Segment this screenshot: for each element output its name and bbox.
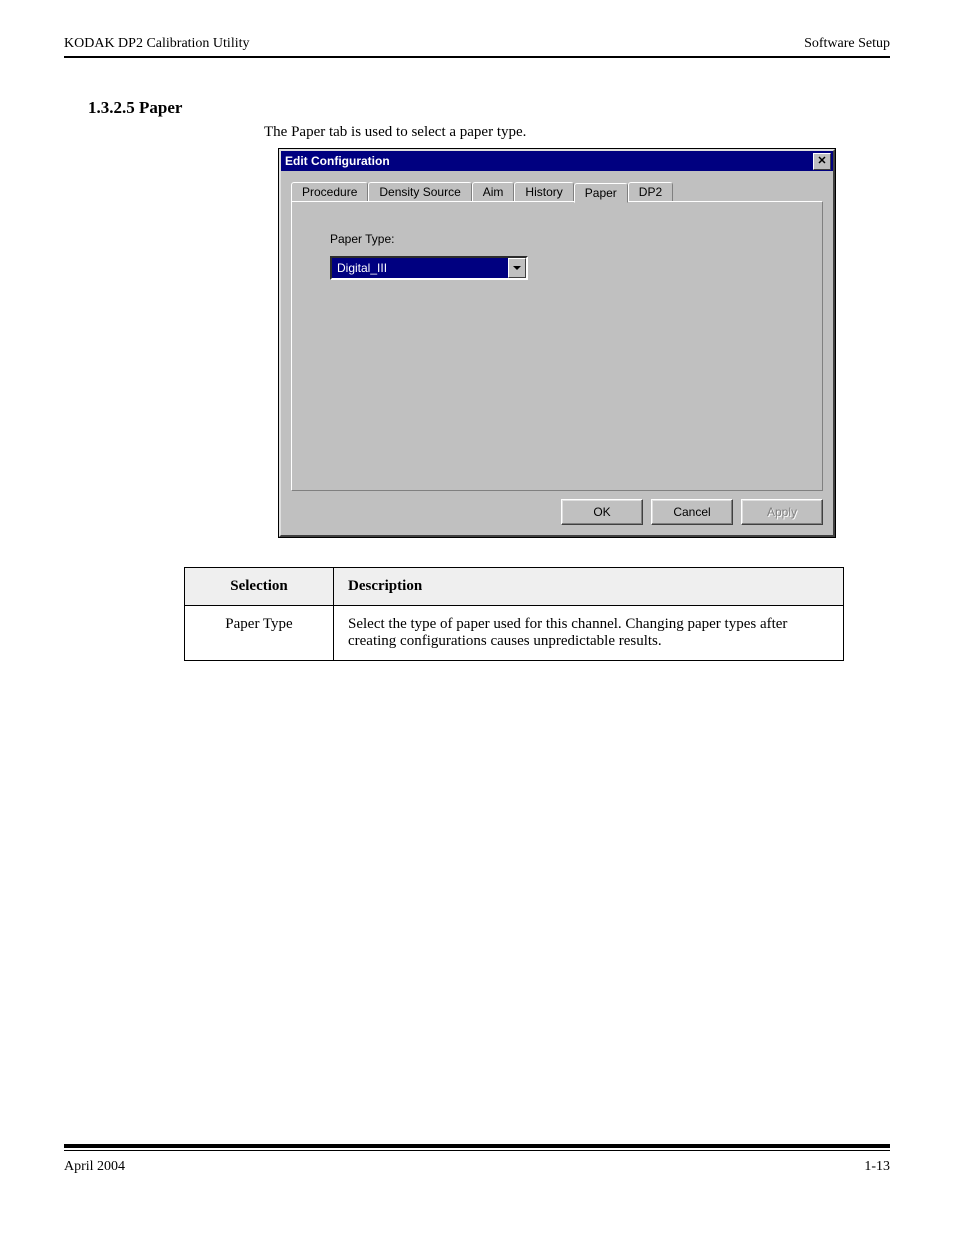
- table-header-description: Description: [334, 568, 844, 606]
- close-icon: ✕: [817, 156, 826, 167]
- table-row: Paper Type Select the type of paper used…: [185, 606, 844, 661]
- combo-dropdown-button[interactable]: [508, 258, 526, 278]
- dialog-title: Edit Configuration: [285, 154, 390, 168]
- tab-procedure[interactable]: Procedure: [291, 182, 368, 202]
- paper-type-combo[interactable]: Digital_III: [330, 256, 528, 280]
- header-right: Software Setup: [804, 36, 890, 52]
- header-rule: [64, 56, 890, 58]
- table-cell-selection: Paper Type: [185, 606, 334, 661]
- section-intro: The Paper tab is used to select a paper …: [264, 124, 890, 141]
- edit-configuration-dialog: Edit Configuration ✕ Procedure Density S…: [279, 149, 835, 537]
- footer-rule-thick: [64, 1144, 890, 1148]
- table-header-selection: Selection: [185, 568, 334, 606]
- tabs-row: Procedure Density Source Aim History Pap…: [291, 179, 823, 201]
- footer-right: 1-13: [864, 1159, 890, 1175]
- dialog-titlebar: Edit Configuration ✕: [281, 151, 833, 171]
- tab-aim[interactable]: Aim: [472, 182, 515, 202]
- selection-description-table: Selection Description Paper Type Select …: [184, 567, 844, 661]
- paper-type-label: Paper Type:: [330, 232, 792, 246]
- tab-paper[interactable]: Paper: [574, 183, 628, 203]
- chevron-down-icon: [513, 266, 521, 270]
- paper-tab-panel: Paper Type: Digital_III: [291, 201, 823, 491]
- section-number: 1.3.2.5 Paper: [88, 98, 890, 118]
- close-button[interactable]: ✕: [813, 153, 831, 170]
- footer-rule-thin: [64, 1150, 890, 1151]
- footer-left: April 2004: [64, 1159, 125, 1175]
- table-cell-description: Select the type of paper used for this c…: [334, 606, 844, 661]
- cancel-button[interactable]: Cancel: [651, 499, 733, 525]
- tab-history[interactable]: History: [514, 182, 573, 202]
- paper-type-value-text: Digital_III: [335, 261, 389, 275]
- header-left: KODAK DP2 Calibration Utility: [64, 36, 250, 52]
- paper-type-value: Digital_III: [332, 258, 508, 278]
- page-footer: April 2004 1-13: [64, 1144, 890, 1175]
- tab-density-source[interactable]: Density Source: [368, 182, 471, 202]
- ok-button[interactable]: OK: [561, 499, 643, 525]
- tab-dp2[interactable]: DP2: [628, 182, 673, 202]
- apply-button[interactable]: Apply: [741, 499, 823, 525]
